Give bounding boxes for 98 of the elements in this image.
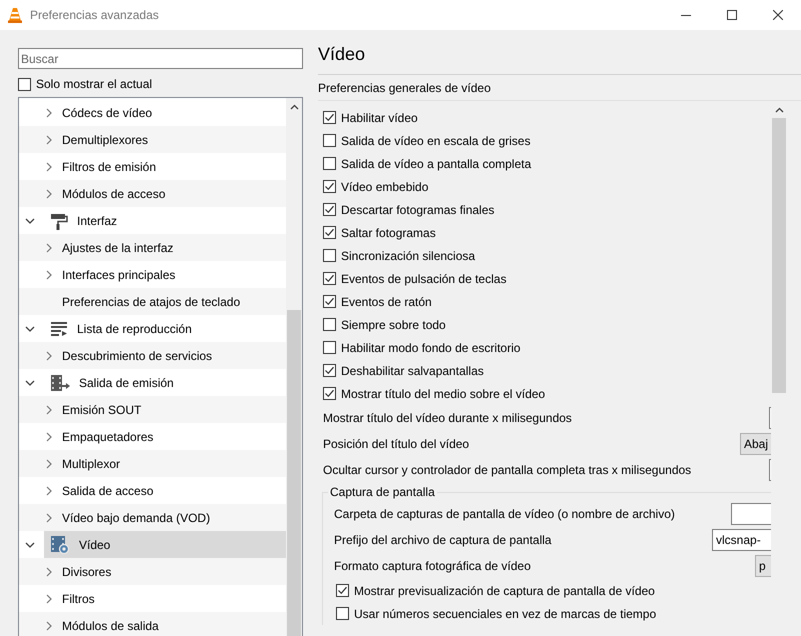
chevron-right-icon[interactable] — [45, 486, 53, 496]
chevron-right-icon[interactable] — [45, 566, 53, 576]
setting-label: Prefijo del archivo de captura de pantalla — [334, 533, 552, 547]
close-icon[interactable] — [773, 10, 783, 20]
scroll-up-icon[interactable] — [774, 106, 784, 112]
tree-item[interactable]: Ajustes de la interfaz — [19, 234, 286, 261]
tree-item[interactable]: Descubrimiento de servicios — [19, 342, 286, 369]
scrollbar[interactable] — [286, 98, 302, 636]
only-current-label: Solo mostrar el actual — [36, 77, 152, 91]
checkbox[interactable] — [323, 272, 336, 285]
tree-item[interactable]: Preferencias de atajos de teclado — [19, 288, 286, 315]
paint-roller-icon — [50, 212, 68, 230]
scroll-up-icon[interactable] — [290, 104, 298, 110]
text-field[interactable] — [731, 503, 771, 525]
option-label: Salida de vídeo en escala de grises — [341, 134, 530, 148]
option-label: Deshabilitar salvapantallas — [341, 364, 484, 378]
checkbox[interactable] — [323, 318, 336, 331]
checkbox[interactable] — [323, 364, 336, 377]
tree-item[interactable]: Vídeo bajo demanda (VOD) — [19, 504, 286, 531]
chevron-right-icon[interactable] — [45, 162, 53, 172]
chevron-right-icon[interactable] — [45, 458, 53, 468]
chevron-right-icon[interactable] — [45, 270, 53, 280]
option-label: Siempre sobre todo — [341, 318, 446, 332]
checkbox[interactable] — [323, 111, 336, 124]
tree-item[interactable]: Módulos de salida — [19, 612, 286, 636]
setting-label: Ocultar cursor y controlador de pantalla completa tras x milisegundos — [323, 463, 692, 477]
tree-item[interactable]: Multiplexor — [19, 450, 286, 477]
checkbox[interactable] — [323, 180, 336, 193]
film-arrow-icon — [50, 374, 70, 392]
tree-item[interactable]: Códecs de vídeo — [19, 99, 286, 126]
checkbox[interactable] — [323, 134, 336, 147]
option-label: Mostrar título del medio sobre el vídeo — [341, 386, 546, 400]
film-gear-icon — [50, 534, 70, 554]
chevron-right-icon[interactable] — [45, 620, 53, 630]
chevron-down-icon[interactable] — [25, 540, 35, 548]
chevron-right-icon[interactable] — [45, 350, 53, 360]
option-label: Habilitar modo fondo de escritorio — [341, 340, 520, 354]
tree-item[interactable]: Salida de emisión — [44, 369, 286, 396]
checkbox[interactable] — [323, 341, 336, 354]
tree-item[interactable]: Lista de reproducción — [44, 315, 286, 342]
option-label: Usar números secuenciales en vez de marcas de tiempo — [354, 606, 656, 620]
option-label: Descartar fotogramas finales — [341, 202, 494, 216]
checkbox[interactable] — [323, 157, 336, 170]
checkbox[interactable] — [323, 203, 336, 216]
chevron-right-icon[interactable] — [45, 404, 53, 414]
chevron-right-icon[interactable] — [45, 188, 53, 198]
dropdown-button[interactable]: Abaj — [740, 433, 771, 455]
option-label: Vídeo embebido — [341, 180, 428, 194]
chevron-right-icon[interactable] — [45, 242, 53, 252]
cone-icon — [8, 7, 22, 23]
checkbox[interactable] — [336, 607, 349, 620]
tree-item[interactable]: Salida de acceso — [19, 477, 286, 504]
chevron-right-icon[interactable] — [45, 594, 53, 604]
section-subtitle: Preferencias generales de vídeo — [318, 81, 492, 95]
chevron-down-icon[interactable] — [25, 324, 35, 332]
list-icon — [50, 320, 68, 338]
option-label: Saltar fotogramas — [341, 226, 436, 240]
chevron-right-icon[interactable] — [45, 108, 53, 118]
setting-label: Posición del título del vídeo — [323, 437, 470, 451]
tree-item[interactable]: Demultiplexores — [19, 126, 286, 153]
search-field[interactable]: Buscar — [18, 48, 303, 69]
tree-item[interactable]: Empaquetadores — [19, 423, 286, 450]
section-title: Vídeo — [318, 42, 801, 75]
tree-item[interactable]: Emisión SOUT — [19, 396, 286, 423]
option-label: Habilitar vídeo — [341, 110, 418, 124]
option-label: Eventos de ratón — [341, 294, 432, 308]
chevron-right-icon[interactable] — [45, 134, 53, 144]
text-field[interactable]: vlcsnap- — [712, 529, 771, 551]
tree-item[interactable]: Módulos de acceso — [19, 180, 286, 207]
chevron-right-icon[interactable] — [45, 512, 53, 522]
chevron-down-icon[interactable] — [25, 378, 35, 386]
scrollbar-thumb[interactable] — [287, 310, 301, 636]
group-title: Captura de pantalla — [329, 485, 436, 499]
tree-item[interactable]: Interfaz — [44, 207, 286, 234]
chevron-down-icon[interactable] — [25, 216, 35, 224]
checkbox[interactable] — [323, 295, 336, 308]
setting-label: Formato captura fotográfica de vídeo — [334, 559, 531, 573]
setting-label: Carpeta de capturas de pantalla de vídeo (o nombre de archivo) — [334, 507, 675, 521]
checkbox[interactable] — [18, 78, 31, 90]
tree-item[interactable]: Divisores — [19, 558, 286, 585]
chevron-right-icon[interactable] — [45, 432, 53, 442]
tree-item[interactable]: Vídeo — [44, 531, 286, 558]
checkbox[interactable] — [323, 387, 336, 400]
dropdown-button[interactable]: p — [755, 555, 771, 577]
window-title: Preferencias avanzadas — [30, 8, 159, 22]
checkbox[interactable] — [336, 584, 349, 597]
checkbox[interactable] — [323, 249, 336, 262]
option-label: Mostrar previsualización de captura de pantalla de vídeo — [354, 584, 655, 598]
checkbox[interactable] — [323, 226, 336, 239]
scrollbar-thumb[interactable] — [772, 118, 786, 393]
tree-item[interactable]: Filtros de emisión — [19, 153, 286, 180]
option-label: Eventos de pulsación de teclas — [341, 272, 506, 286]
tree-item[interactable]: Interfaces principales — [19, 261, 286, 288]
tree-item[interactable]: Filtros — [19, 585, 286, 612]
maximize-icon[interactable] — [727, 10, 737, 20]
option-label: Salida de vídeo a pantalla completa — [341, 156, 532, 170]
setting-label: Mostrar título del vídeo durante x milisegundos — [323, 411, 572, 425]
option-label: Sincronización silenciosa — [341, 248, 476, 262]
